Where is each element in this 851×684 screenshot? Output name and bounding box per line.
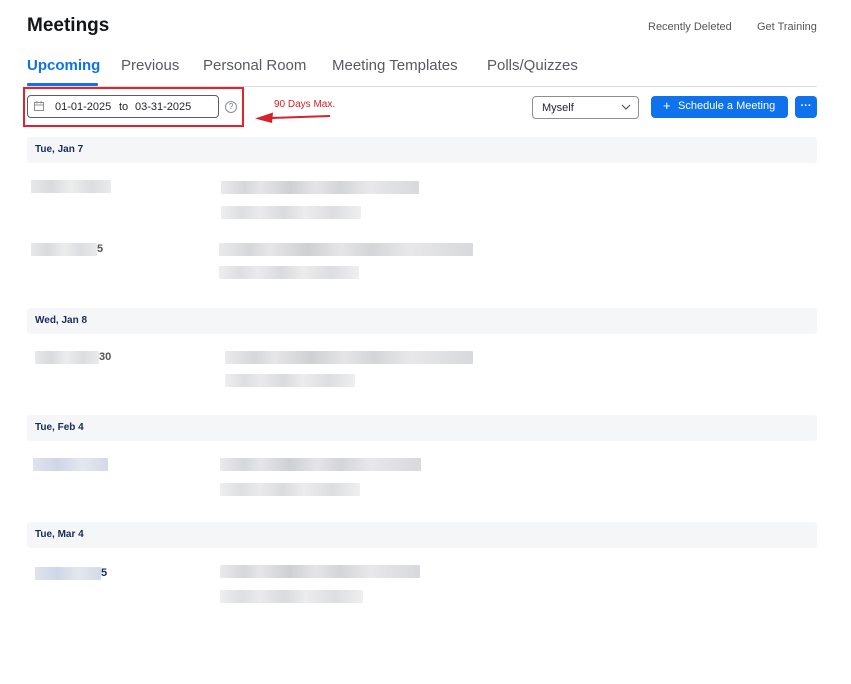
day-label: Tue, Mar 4 <box>35 529 84 540</box>
day-header: Tue, Mar 4 <box>27 522 817 548</box>
meeting-time <box>31 180 111 194</box>
calendar-icon <box>34 101 44 111</box>
day-label: Tue, Feb 4 <box>35 422 84 433</box>
active-tab-indicator <box>27 83 98 86</box>
meeting-item[interactable] <box>225 351 475 387</box>
meeting-time: 5 <box>31 243 103 257</box>
help-icon[interactable]: ? <box>225 101 237 113</box>
day-label: Wed, Jan 8 <box>35 315 88 326</box>
chevron-down-icon <box>621 104 631 110</box>
tab-polls-quizzes[interactable]: Polls/Quizzes <box>487 57 578 74</box>
meeting-time: 5 <box>35 567 107 581</box>
owner-select-value: Myself <box>542 102 574 114</box>
owner-select[interactable]: Myself <box>532 96 639 119</box>
meeting-item[interactable] <box>220 458 423 496</box>
date-range-picker[interactable]: 01-01-2025 to 03-31-2025 <box>27 95 219 118</box>
annotation-note: 90 Days Max. <box>274 99 336 110</box>
schedule-meeting-label: Schedule a Meeting <box>678 100 776 112</box>
start-date[interactable]: 01-01-2025 <box>55 101 111 113</box>
tab-upcoming[interactable]: Upcoming <box>27 57 100 74</box>
tab-previous[interactable]: Previous <box>121 57 179 74</box>
tab-bar: Upcoming Previous Personal Room Meeting … <box>27 57 817 87</box>
meeting-item[interactable] <box>221 181 421 219</box>
plus-icon: + <box>663 98 671 113</box>
date-separator: to <box>119 101 129 113</box>
tab-meeting-templates[interactable]: Meeting Templates <box>332 57 458 74</box>
meeting-item[interactable] <box>220 565 422 603</box>
schedule-meeting-button[interactable]: + Schedule a Meeting <box>651 96 788 118</box>
day-header: Tue, Jan 7 <box>27 137 817 163</box>
meeting-item[interactable] <box>219 243 475 279</box>
day-header: Tue, Feb 4 <box>27 415 817 441</box>
meeting-time <box>33 458 108 472</box>
day-label: Tue, Jan 7 <box>35 144 84 155</box>
more-options-button[interactable]: ··· <box>795 96 817 118</box>
day-header: Wed, Jan 8 <box>27 308 817 334</box>
annotation-arrow-icon <box>255 112 331 123</box>
end-date[interactable]: 03-31-2025 <box>135 101 191 113</box>
page-title: Meetings <box>27 15 110 36</box>
tab-personal-room[interactable]: Personal Room <box>203 57 306 74</box>
meeting-time: 30 <box>35 351 111 365</box>
recently-deleted-link[interactable]: Recently Deleted <box>648 21 732 33</box>
get-training-link[interactable]: Get Training <box>757 21 817 33</box>
